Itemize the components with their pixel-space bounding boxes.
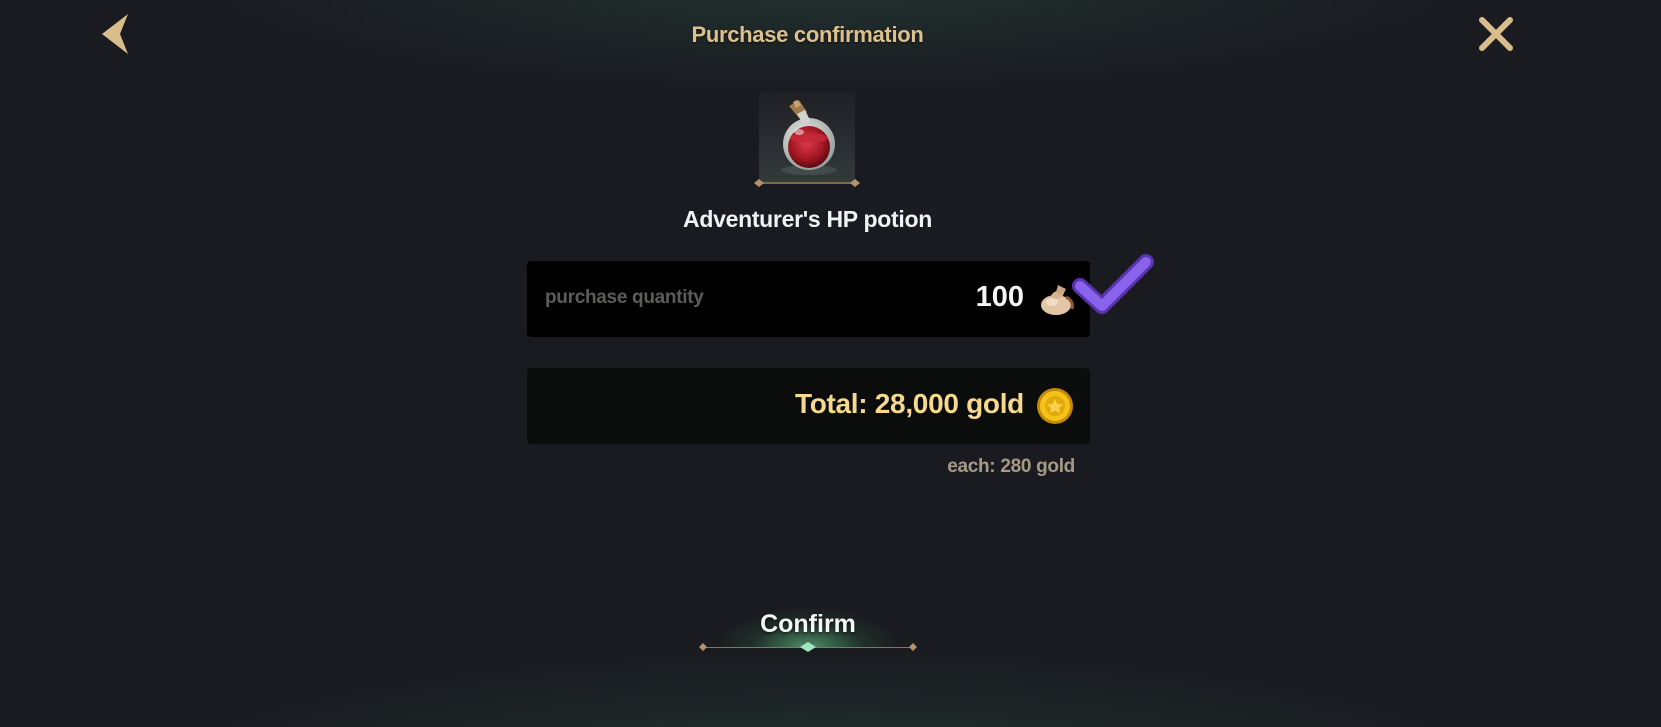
close-button[interactable]: [1476, 14, 1516, 54]
total-price-box: Total: 28,000 gold: [527, 368, 1090, 444]
checkmark-icon: [1072, 254, 1154, 314]
quantity-label: purchase quantity: [545, 287, 704, 308]
item-name: Adventurer's HP potion: [683, 206, 932, 232]
item-icon-frame: [754, 92, 860, 187]
frame-corner-ornament: [850, 179, 860, 187]
quantity-value: 100: [975, 281, 1024, 313]
confirm-button[interactable]: Confirm: [699, 600, 917, 652]
frame-corner-ornament: [754, 179, 764, 187]
total-price-text: Total: 28,000 gold: [794, 388, 1024, 419]
button-corner-ornament: [699, 643, 707, 651]
button-center-ornament: [800, 642, 816, 652]
confirm-button-label: Confirm: [760, 610, 856, 638]
page-title: Purchase confirmation: [691, 22, 924, 47]
gold-coin-icon: [1037, 388, 1073, 424]
hp-potion-icon: [781, 100, 837, 175]
button-corner-ornament: [909, 643, 917, 651]
unit-price-text: each: 280 gold: [947, 456, 1075, 477]
close-icon: [1479, 17, 1513, 51]
quantity-field[interactable]: purchase quantity 100: [527, 261, 1090, 337]
